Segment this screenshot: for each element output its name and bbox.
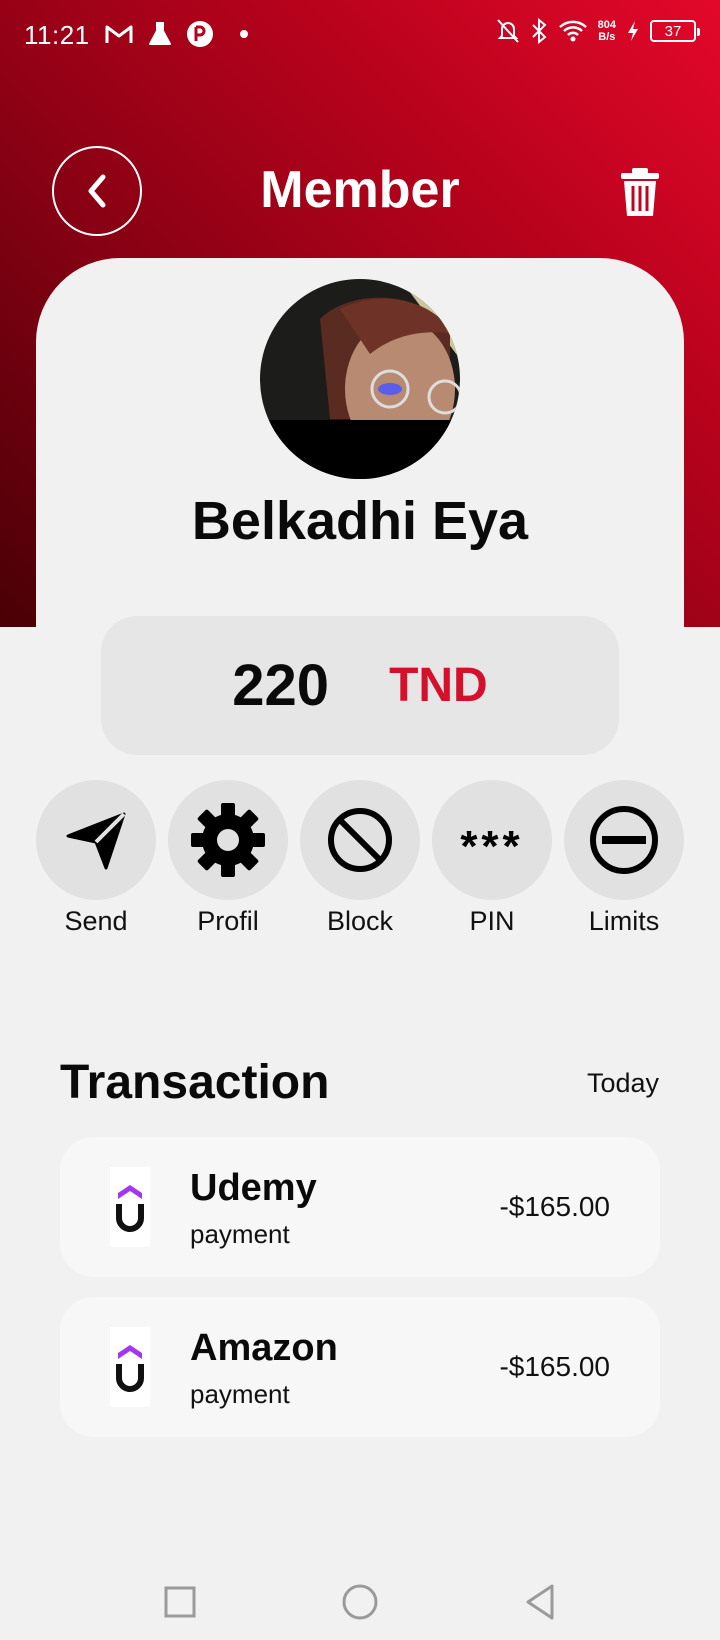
send-icon <box>66 812 126 870</box>
profil-label: Profil <box>197 906 259 936</box>
gear-icon <box>191 803 265 877</box>
block-label: Block <box>326 906 394 936</box>
transaction-name: Amazon <box>190 1327 338 1369</box>
minus-circle-icon <box>590 806 658 874</box>
block-button[interactable]: Block <box>300 780 420 937</box>
page-title: Member <box>260 161 460 219</box>
net-speed: 804 B/s <box>598 19 616 43</box>
bluetooth-icon <box>531 18 547 44</box>
status-bar: 11:21 804 B/s 37 <box>0 0 720 72</box>
limits-circle <box>564 780 684 900</box>
send-button[interactable]: Send <box>36 780 156 937</box>
transaction-title: Transaction <box>60 1056 330 1109</box>
back-nav-button[interactable] <box>510 1572 570 1632</box>
system-nav-bar <box>0 1560 720 1640</box>
home-button[interactable] <box>330 1572 390 1632</box>
balance-amount: 220 <box>232 653 330 718</box>
mute-bell-icon <box>496 19 519 43</box>
udemy-logo-icon <box>110 1167 150 1247</box>
dot-icon <box>240 30 248 38</box>
wifi-icon <box>558 20 587 42</box>
charging-icon <box>628 21 638 41</box>
transaction-name: Udemy <box>190 1167 317 1209</box>
net-speed-value: 804 <box>597 19 616 31</box>
back-triangle-icon <box>526 1584 554 1620</box>
limits-label: Limits <box>588 906 660 936</box>
transaction-amount: -$165.00 <box>499 1191 610 1222</box>
balance-box: 220 TND <box>101 616 619 755</box>
block-icon <box>328 808 392 872</box>
profil-circle <box>168 780 288 900</box>
balance-currency: TND <box>389 659 488 712</box>
send-label: Send <box>64 906 128 936</box>
trash-icon <box>621 168 659 216</box>
pin-circle: *** <box>432 780 552 900</box>
transaction-filter[interactable]: Today <box>587 1068 659 1099</box>
udemy-logo-icon <box>110 1327 150 1407</box>
member-name: Belkadhi Eya <box>191 491 529 551</box>
battery-level: 37 <box>664 22 682 40</box>
avatar-photo <box>260 279 460 479</box>
asterisks-icon: *** <box>460 822 524 871</box>
action-row: Send Profil Block *** PIN Limits <box>36 780 684 940</box>
avatar[interactable] <box>260 279 460 479</box>
lab-flask-icon <box>149 22 171 45</box>
transaction-row[interactable]: Amazon payment -$165.00 <box>60 1297 660 1437</box>
status-left-icons <box>104 20 248 48</box>
transaction-row[interactable]: Udemy payment -$165.00 <box>60 1137 660 1277</box>
profil-button[interactable]: Profil <box>168 780 288 937</box>
limits-button[interactable]: Limits <box>564 780 684 937</box>
battery-icon: 37 <box>650 20 700 42</box>
home-circle-icon <box>342 1584 378 1620</box>
transaction-type: payment <box>190 1219 290 1249</box>
recents-square-icon <box>164 1586 196 1618</box>
net-speed-unit: B/s <box>598 31 616 43</box>
pin-button[interactable]: *** PIN <box>432 780 552 937</box>
block-circle <box>300 780 420 900</box>
gmail-icon <box>105 25 133 43</box>
member-screen: 11:21 804 B/s 37 Member Belkadhi Eya 220… <box>0 0 720 1640</box>
app-notification-icon <box>187 21 213 47</box>
recents-button[interactable] <box>150 1572 210 1632</box>
transaction-type: payment <box>190 1379 290 1409</box>
send-circle <box>36 780 156 900</box>
delete-button[interactable] <box>618 166 662 218</box>
transaction-amount: -$165.00 <box>499 1351 610 1382</box>
status-right-icons: 804 B/s 37 <box>496 18 700 44</box>
status-time: 11:21 <box>24 20 90 50</box>
pin-label: PIN <box>469 906 515 936</box>
